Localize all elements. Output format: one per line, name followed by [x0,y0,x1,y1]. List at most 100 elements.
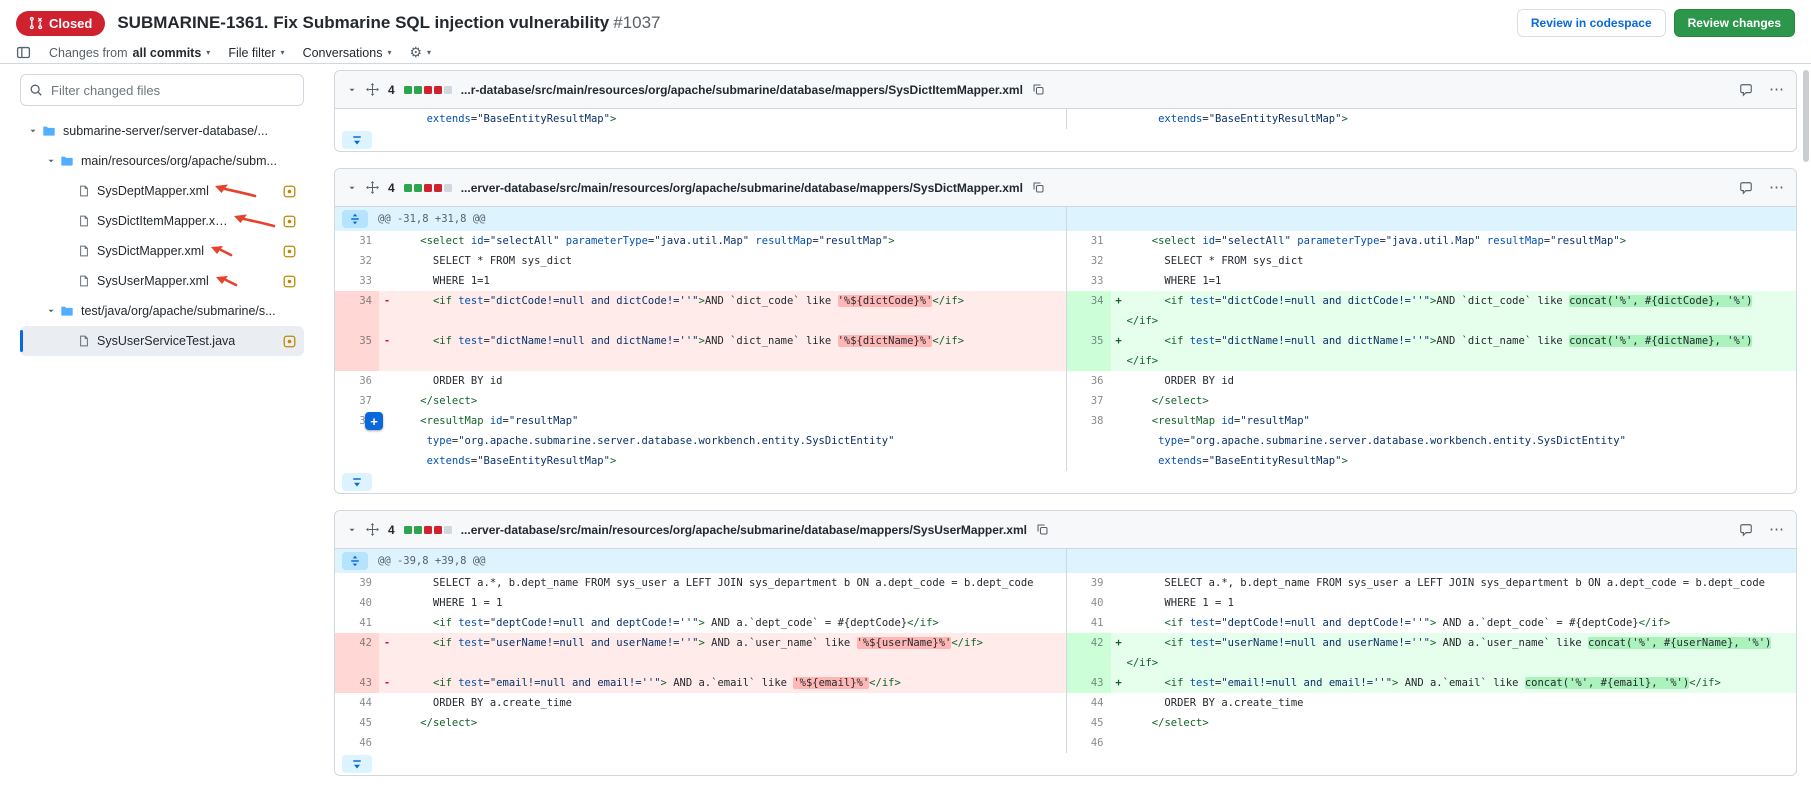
comment-icon[interactable] [1739,523,1753,537]
copy-path-icon[interactable] [1032,83,1045,96]
changes-from-dropdown[interactable]: Changes from all commits ▾ [49,46,210,60]
diff-marker [379,573,395,593]
line-number[interactable]: 31 [335,231,379,251]
line-number[interactable]: 32 [1067,251,1111,271]
drag-handle-icon[interactable] [366,181,379,194]
line-number[interactable]: 33 [335,271,379,291]
sidebar-file-5[interactable]: SysUserMapper.xml [20,266,304,296]
line-number[interactable]: 46 [335,733,379,753]
file-filter-dropdown[interactable]: File filter ▾ [228,46,284,60]
diff-row: 45 </select>45 </select> [335,713,1796,733]
code-line: SELECT * FROM sys_dict [1127,251,1797,271]
copy-path-icon[interactable] [1032,181,1045,194]
line-number[interactable]: 45 [1067,713,1111,733]
line-number[interactable] [1067,109,1111,129]
collapse-file-chevron-icon[interactable] [347,183,357,193]
line-number[interactable]: 36 [1067,371,1111,391]
expand-down-button[interactable] [342,755,372,773]
line-number[interactable]: 43 [1067,673,1111,693]
filter-changed-files-input[interactable] [20,74,304,106]
comment-icon[interactable] [1739,83,1753,97]
diff-file-header: 4 ...r-database/src/main/resources/org/ap… [335,71,1796,109]
line-number[interactable]: 45 [335,713,379,733]
search-icon [29,83,43,97]
conversations-dropdown[interactable]: Conversations ▾ [303,46,392,60]
file-path-link[interactable]: ...r-database/src/main/resources/org/apa… [461,83,1023,97]
file-tree: submarine-server/server-database/...main… [20,116,304,356]
sidebar-file-7[interactable]: SysUserServiceTest.java [20,326,304,356]
expand-down-button[interactable] [342,473,372,491]
drag-handle-icon[interactable] [366,83,379,96]
line-number[interactable]: 31 [1067,231,1111,251]
line-number[interactable]: 44 [1067,693,1111,713]
file-icon [78,184,90,198]
line-number[interactable]: 33 [1067,271,1111,291]
scrollbar-thumb[interactable] [1803,70,1809,162]
line-number[interactable]: 35 [335,331,379,371]
modified-file-icon [277,185,296,198]
line-number[interactable]: 34 [1067,291,1111,331]
sidebar-folder-6[interactable]: test/java/org/apache/submarine/s... [20,296,304,326]
code-line: ORDER BY id [395,371,1066,391]
line-number[interactable]: 43 [335,673,379,693]
collapse-file-chevron-icon[interactable] [347,85,357,95]
diff-marker: + [1111,633,1127,673]
kebab-menu-icon[interactable]: ⋯ [1769,522,1784,537]
tree-item-label: SysUserMapper.xml [97,274,209,288]
diff-row: 34- <if test="dictCode!=null and dictCod… [335,291,1796,331]
line-number[interactable]: 39 [1067,573,1111,593]
line-number[interactable]: 35 [1067,331,1111,371]
diff-marker [1111,231,1127,251]
line-number[interactable] [335,109,379,129]
sidebar-folder-0[interactable]: submarine-server/server-database/... [20,116,304,146]
kebab-menu-icon[interactable]: ⋯ [1769,180,1784,195]
line-number[interactable]: 42 [335,633,379,673]
line-number[interactable]: 41 [1067,613,1111,633]
line-number[interactable]: 42 [1067,633,1111,673]
line-number[interactable]: 38 [1067,411,1111,471]
diff-row: 38 <resultMap id="resultMap" type="org.a… [335,411,1796,471]
diff-settings-gear[interactable]: ⚙ ▾ [409,44,431,61]
chevron-down-icon[interactable] [44,306,58,316]
sidebar-folder-1[interactable]: main/resources/org/apache/subm... [20,146,304,176]
review-in-codespace-button[interactable]: Review in codespace [1517,9,1666,37]
line-number[interactable]: 44 [335,693,379,713]
line-number[interactable]: 40 [335,593,379,613]
line-number[interactable]: 36 [335,371,379,391]
diff-list: 4 ...r-database/src/main/resources/org/ap… [320,64,1811,797]
line-number[interactable]: 46 [1067,733,1111,753]
file-path-link[interactable]: ...erver-database/src/main/resources/org… [461,181,1023,195]
line-number[interactable]: 37 [335,391,379,411]
sidebar-file-2[interactable]: SysDeptMapper.xml [20,176,304,206]
file-tree-toggle-button[interactable] [16,45,31,60]
expand-hunk-button[interactable] [342,552,368,570]
tree-item-label: SysDictMapper.xml [97,244,204,258]
changes-count: 4 [388,83,395,97]
file-icon [78,244,90,258]
folder-icon [42,125,56,138]
vertical-scrollbar[interactable] [1801,66,1811,797]
diff-row: 44 ORDER BY a.create_time44 ORDER BY a.c… [335,693,1796,713]
sidebar-file-4[interactable]: SysDictMapper.xml [20,236,304,266]
add-comment-button[interactable]: + [365,412,383,430]
chevron-down-icon[interactable] [26,126,40,136]
file-path-link[interactable]: ...erver-database/src/main/resources/org… [461,523,1027,537]
copy-path-icon[interactable] [1036,523,1049,536]
line-number[interactable]: 40 [1067,593,1111,613]
comment-icon[interactable] [1739,181,1753,195]
kebab-menu-icon[interactable]: ⋯ [1769,82,1784,97]
expand-hunk-button[interactable] [342,210,368,228]
collapse-file-chevron-icon[interactable] [347,525,357,535]
chevron-down-icon[interactable] [44,156,58,166]
line-number[interactable]: 32 [335,251,379,271]
expand-down-button[interactable] [342,131,372,149]
line-number[interactable]: 34 [335,291,379,331]
sidebar-file-3[interactable]: SysDictItemMapper.xml [20,206,304,236]
line-number[interactable]: 41 [335,613,379,633]
gear-icon: ⚙ [409,44,422,61]
diffstat-blocks [404,184,452,192]
review-changes-button[interactable]: Review changes [1674,9,1795,37]
line-number[interactable]: 39 [335,573,379,593]
drag-handle-icon[interactable] [366,523,379,536]
line-number[interactable]: 37 [1067,391,1111,411]
